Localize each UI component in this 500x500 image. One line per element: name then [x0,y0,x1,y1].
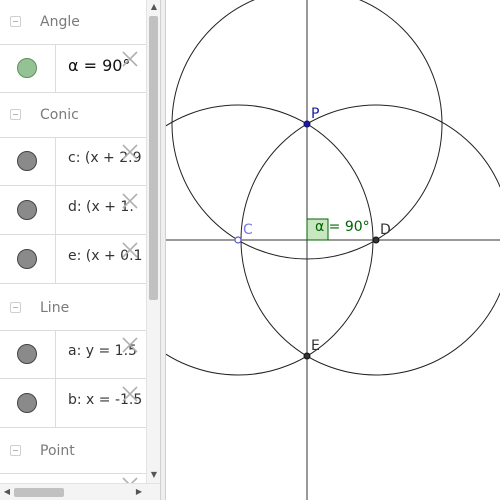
visibility-toggle-icon[interactable] [17,200,37,220]
collapse-icon[interactable] [10,109,21,120]
delete-icon[interactable] [121,336,139,354]
visibility-toggle-icon[interactable] [17,58,37,78]
graphics-view[interactable]: α = 90° P C D E [166,0,500,500]
vertical-scrollbar[interactable]: ▲ ▼ [146,0,160,483]
visibility-cell [0,44,56,92]
point-label-p: P [311,106,319,122]
point-p[interactable] [303,120,311,128]
group-header-point[interactable]: Point [0,429,146,474]
algebra-view: Angle α = 90° Conic c: (x + 2.9 d: (x + … [0,0,146,483]
construction-canvas[interactable]: α = 90° P C D E [166,0,500,500]
delete-icon[interactable] [121,143,139,161]
group-header-angle[interactable]: Angle [0,0,146,45]
point-label-e: E [311,338,320,354]
algebra-item-alpha[interactable]: α = 90° [0,44,146,93]
visibility-cell [0,186,56,234]
delete-icon[interactable] [121,241,139,259]
point-label-d: D [380,222,391,238]
scroll-right-icon[interactable]: ▶ [132,487,146,496]
delete-icon[interactable] [121,476,139,483]
visibility-cell [0,137,56,185]
group-title: Line [40,300,70,316]
horizontal-scrollbar[interactable]: ◀ ▶ [0,483,160,500]
visibility-toggle-icon[interactable] [17,344,37,364]
algebra-item-e[interactable]: e: (x + 0.1 [0,235,146,284]
visibility-cell [0,235,56,283]
point-c[interactable] [234,236,242,244]
visibility-cell [0,379,56,427]
point-label-c: C [243,222,253,238]
algebra-item-d[interactable]: d: (x + 1. [0,186,146,235]
algebra-item-a[interactable]: a: y = 1.5 [0,330,146,379]
collapse-icon[interactable] [10,302,21,313]
group-title: Angle [40,14,80,30]
point-e[interactable] [303,352,311,360]
visibility-toggle-icon[interactable] [17,393,37,413]
visibility-toggle-icon[interactable] [17,249,37,269]
delete-icon[interactable] [121,192,139,210]
visibility-cell [0,330,56,378]
horizontal-scroll-thumb[interactable] [14,488,64,497]
group-title: Conic [40,107,79,123]
group-title: Point [40,443,75,459]
collapse-icon[interactable] [10,16,21,27]
vertical-scroll-thumb[interactable] [149,16,158,300]
visibility-toggle-icon[interactable] [17,151,37,171]
group-header-conic[interactable]: Conic [0,93,146,138]
algebra-item-b[interactable]: b: x = -1.5 [0,379,146,428]
collapse-icon[interactable] [10,445,21,456]
delete-icon[interactable] [121,385,139,403]
scroll-down-icon[interactable]: ▼ [147,470,161,479]
scroll-up-icon[interactable]: ▲ [147,2,161,11]
delete-icon[interactable] [121,50,139,68]
scroll-left-icon[interactable]: ◀ [0,487,14,496]
point-d[interactable] [372,236,380,244]
group-header-line[interactable]: Line [0,286,146,331]
angle-label[interactable]: α = 90° [315,219,370,235]
algebra-item-c[interactable]: c: (x + 2.9 [0,137,146,186]
